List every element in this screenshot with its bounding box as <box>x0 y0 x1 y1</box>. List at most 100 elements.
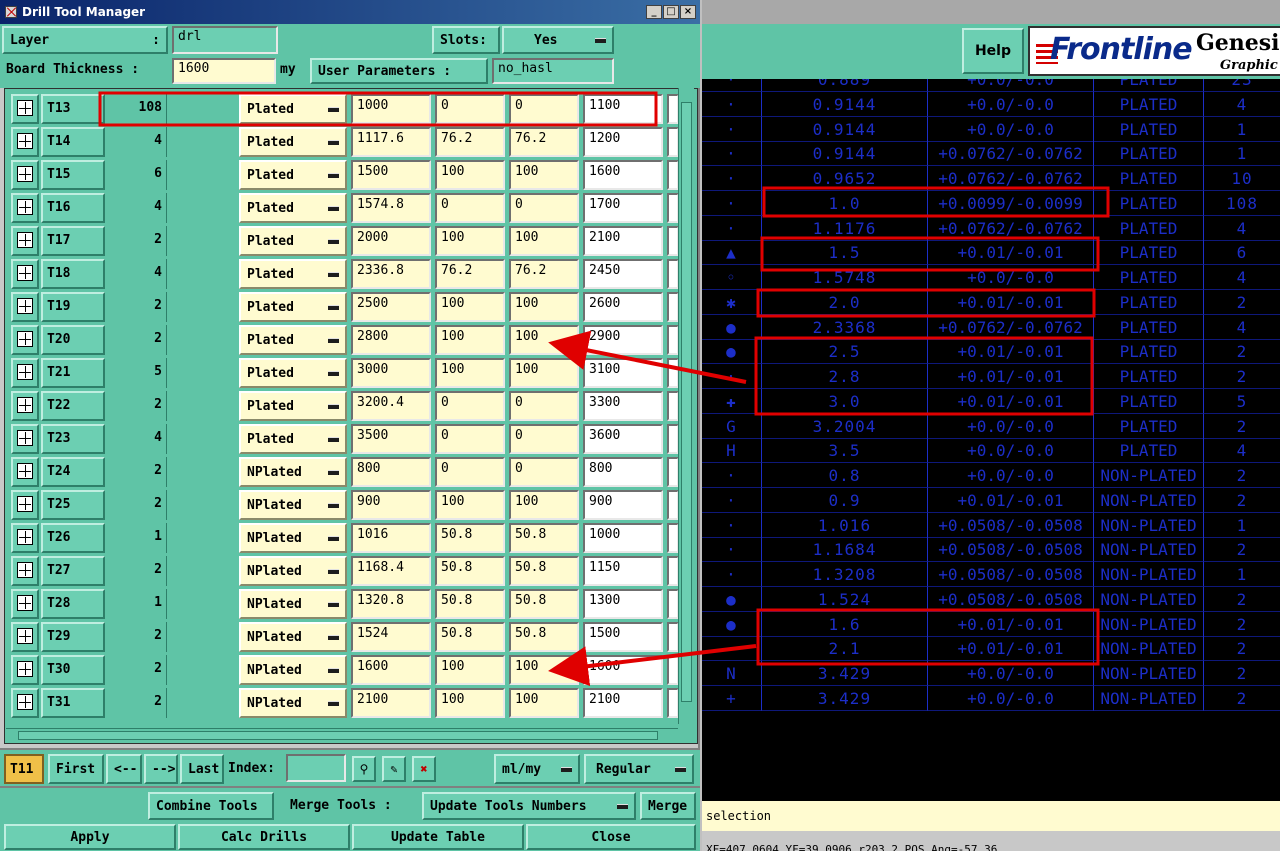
table-row[interactable]: ✱ 2.0 +0.01/-0.01 PLATED 2 <box>702 289 1280 315</box>
tolerance-minus-input[interactable]: 100 <box>509 358 579 388</box>
apply-button[interactable]: Apply <box>4 824 176 850</box>
finish-size-input[interactable]: 2800 <box>351 325 431 355</box>
tool-name[interactable]: T21 <box>41 358 105 388</box>
select-tool-button[interactable] <box>11 424 39 454</box>
table-row[interactable]: ● 2.3368 +0.0762/-0.0762 PLATED 4 <box>702 314 1280 340</box>
finish-size-input[interactable]: 1600 <box>351 655 431 685</box>
select-tool-button[interactable] <box>11 160 39 190</box>
tolerance-minus-input[interactable]: 76.2 <box>509 259 579 289</box>
tool-name[interactable]: T25 <box>41 490 105 520</box>
scroll-thumb[interactable] <box>681 102 692 702</box>
select-tool-button[interactable] <box>11 127 39 157</box>
layer-input[interactable]: drl <box>172 26 278 54</box>
tolerance-minus-input[interactable]: 50.8 <box>509 523 579 553</box>
select-tool-button[interactable] <box>11 292 39 322</box>
select-tool-button[interactable] <box>11 259 39 289</box>
tolerance-plus-input[interactable]: 100 <box>435 226 505 256</box>
plating-dropdown[interactable]: Plated <box>239 292 347 322</box>
drill-table-canvas[interactable]: · 0.889 +0.0/-0.0 PLATED 23 · 0.9144 +0.0/-0.0 P… <box>702 79 1280 801</box>
plating-dropdown[interactable]: NPlated <box>239 688 347 718</box>
drill-size-input[interactable]: 3600 <box>583 424 663 454</box>
combine-tools-button[interactable]: Combine Tools <box>148 792 274 820</box>
tool-name[interactable]: T24 <box>41 457 105 487</box>
user-parameters-input[interactable]: no_hasl <box>492 58 614 84</box>
tolerance-plus-input[interactable]: 100 <box>435 325 505 355</box>
tolerance-plus-input[interactable]: 50.8 <box>435 622 505 652</box>
tolerance-plus-input[interactable]: 0 <box>435 457 505 487</box>
window-titlebar[interactable]: Drill Tool Manager _ □ × <box>0 0 700 24</box>
table-row[interactable]: N 3.429 +0.0/-0.0 NON-PLATED 2 <box>702 661 1280 686</box>
plating-dropdown[interactable]: NPlated <box>239 655 347 685</box>
tolerance-minus-input[interactable]: 100 <box>509 292 579 322</box>
units-dropdown[interactable]: ml/my <box>494 754 580 784</box>
tool-name[interactable]: T18 <box>41 259 105 289</box>
select-tool-button[interactable] <box>11 325 39 355</box>
tolerance-minus-input[interactable]: 50.8 <box>509 556 579 586</box>
table-row[interactable]: · 0.9652 +0.0762/-0.0762 PLATED 10 <box>702 166 1280 191</box>
plating-dropdown[interactable]: Plated <box>239 193 347 223</box>
tolerance-minus-input[interactable]: 50.8 <box>509 622 579 652</box>
tool-name[interactable]: T13 <box>41 94 105 124</box>
plating-dropdown[interactable]: NPlated <box>239 490 347 520</box>
tolerance-minus-input[interactable]: 100 <box>509 655 579 685</box>
plating-dropdown[interactable]: Plated <box>239 127 347 157</box>
select-tool-button[interactable] <box>11 556 39 586</box>
prev-button[interactable]: <-- <box>106 754 142 784</box>
table-row[interactable]: · 1.1176 +0.0762/-0.0762 PLATED 4 <box>702 215 1280 241</box>
finish-size-input[interactable]: 1320.8 <box>351 589 431 619</box>
close-window-button[interactable]: × <box>680 5 696 19</box>
table-row[interactable]: +3.429 +0.0/-0.0 NON-PLATED 2 <box>702 685 1280 711</box>
finish-size-input[interactable]: 2336.8 <box>351 259 431 289</box>
finish-size-input[interactable]: 2500 <box>351 292 431 322</box>
table-row[interactable]: · 0.9144 +0.0/-0.0 PLATED 1 <box>702 116 1280 142</box>
select-tool-button[interactable] <box>11 589 39 619</box>
finish-size-input[interactable]: 3000 <box>351 358 431 388</box>
tolerance-plus-input[interactable]: 50.8 <box>435 556 505 586</box>
search-icon[interactable]: ⚲ <box>352 756 376 782</box>
drill-size-input[interactable]: 1600 <box>583 655 663 685</box>
tool-name[interactable]: T28 <box>41 589 105 619</box>
merge-button[interactable]: Merge <box>640 792 696 820</box>
tool-name[interactable]: T31 <box>41 688 105 718</box>
tolerance-minus-input[interactable]: 0 <box>509 94 579 124</box>
help-button[interactable]: Help <box>962 28 1024 74</box>
index-input[interactable] <box>286 754 346 782</box>
vertical-scrollbar[interactable] <box>678 88 694 724</box>
finish-size-input[interactable]: 1524 <box>351 622 431 652</box>
drill-size-input[interactable]: 2450 <box>583 259 663 289</box>
tolerance-plus-input[interactable]: 0 <box>435 94 505 124</box>
select-tool-button[interactable] <box>11 655 39 685</box>
table-row[interactable]: · 0.9 +0.01/-0.01 NON-PLATED 2 <box>702 487 1280 513</box>
tool-name[interactable]: T29 <box>41 622 105 652</box>
table-row[interactable]: H 3.5 +0.0/-0.0 PLATED 4 <box>702 438 1280 464</box>
drill-size-input[interactable]: 2100 <box>583 226 663 256</box>
plating-dropdown[interactable]: NPlated <box>239 457 347 487</box>
select-tool-button[interactable] <box>11 622 39 652</box>
update-table-button[interactable]: Update Table <box>352 824 524 850</box>
finish-size-input[interactable]: 3200.4 <box>351 391 431 421</box>
table-row[interactable]: · 0.9144 +0.0/-0.0 PLATED 4 <box>702 91 1280 117</box>
plating-dropdown[interactable]: NPlated <box>239 622 347 652</box>
user-parameters-button[interactable]: User Parameters : <box>310 58 488 84</box>
horizontal-scrollbar[interactable] <box>6 728 678 742</box>
drill-size-input[interactable]: 2900 <box>583 325 663 355</box>
select-tool-button[interactable] <box>11 391 39 421</box>
tolerance-minus-input[interactable]: 100 <box>509 160 579 190</box>
plating-dropdown[interactable]: Plated <box>239 160 347 190</box>
finish-size-input[interactable]: 3500 <box>351 424 431 454</box>
plating-dropdown[interactable]: Plated <box>239 424 347 454</box>
tool-name[interactable]: T15 <box>41 160 105 190</box>
table-row[interactable]: ● 2.5 +0.01/-0.01 PLATED 2 <box>702 339 1280 365</box>
delete-icon[interactable]: ✖ <box>412 756 436 782</box>
tolerance-plus-input[interactable]: 50.8 <box>435 523 505 553</box>
tool-name[interactable]: T14 <box>41 127 105 157</box>
select-tool-button[interactable] <box>11 358 39 388</box>
plating-dropdown[interactable]: Plated <box>239 325 347 355</box>
tool-name[interactable]: T20 <box>41 325 105 355</box>
drill-size-input[interactable]: 3100 <box>583 358 663 388</box>
finish-size-input[interactable]: 1117.6 <box>351 127 431 157</box>
tolerance-plus-input[interactable]: 100 <box>435 292 505 322</box>
drill-size-input[interactable]: 1150 <box>583 556 663 586</box>
table-row[interactable]: · 1.0 +0.0099/-0.0099 PLATED 108 <box>702 190 1280 216</box>
finish-size-input[interactable]: 1016 <box>351 523 431 553</box>
